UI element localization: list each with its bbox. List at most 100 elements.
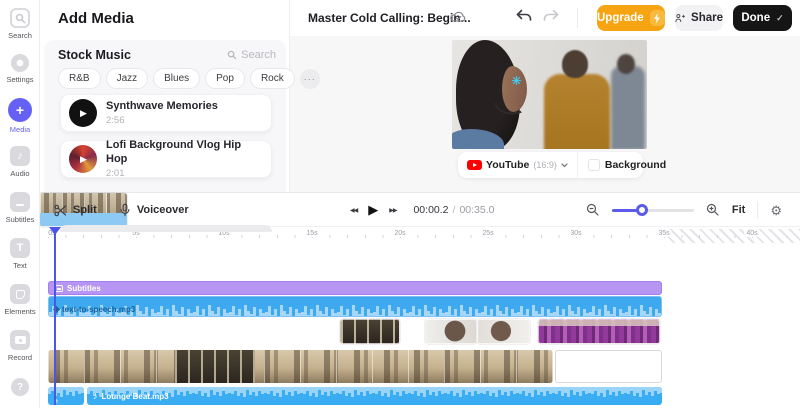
play-button[interactable]: ▶ [69,145,97,173]
stock-search-button[interactable]: Search [227,49,276,61]
share-button[interactable]: Share [675,5,723,31]
text-icon: T [10,238,30,258]
subtitles-track[interactable]: Subtitles [48,281,662,295]
genre-chip-rock[interactable]: Rock [249,68,295,89]
canvas-controls: YouTube (16:9) Background [458,152,666,178]
voiceover-button[interactable]: Voiceover [119,203,189,217]
more-genres-button[interactable]: ··· [299,68,320,89]
play-button[interactable]: ▶ [368,202,378,218]
overlay-clip-5[interactable] [538,319,660,344]
sidebar-item-search[interactable]: Search [0,8,40,40]
waveform [87,387,662,405]
topbar-divider [577,8,578,28]
sidebar-item-elements[interactable]: Elements [0,284,40,316]
empty-clip[interactable] [555,350,662,383]
zoom-in-button[interactable] [706,203,720,217]
fast-forward-button[interactable]: ▶▶ [389,207,397,214]
undo-icon [516,9,532,21]
background-person [544,74,610,149]
main-video-clip[interactable] [48,350,553,383]
music-card-partial [60,225,272,232]
rewind-button[interactable]: ◀◀ [350,207,358,214]
undo-button[interactable] [515,9,533,23]
icon-rail: Search Settings + Media ♪ Audio Subtitle… [0,0,40,408]
video-preview[interactable] [452,40,647,149]
zoom-slider-handle[interactable] [635,203,648,216]
add-media-icon: + [8,98,32,122]
tts-audio-track[interactable]: text-to-speech.mp3 [48,296,662,317]
background-swatch-icon [587,159,600,171]
lightning-icon [649,10,665,26]
track-title: Lofi Background Vlog Hip Hop [106,139,242,165]
scissors-icon [54,204,67,216]
panel-title: Add Media [58,10,134,27]
music-card-synthwave[interactable]: ▶ Synthwave Memories 2:56 [60,94,272,132]
stock-music-section: Stock Music Search R&B Jazz Blues Pop Ro… [44,40,320,232]
microphone-icon [120,203,130,217]
timeline-toolbar: Split Voiceover ◀◀ ▶ ▶▶ 00:00.2 / 00:35.… [40,193,800,227]
sidebar-item-record[interactable]: Record [0,330,40,362]
redo-icon [543,9,559,21]
record-icon [10,330,30,350]
music-clip-lounge-beat[interactable]: ♪ Lounge Beat.mp3 [87,387,662,405]
upgrade-button[interactable]: Upgrade [597,5,665,31]
toolbar-divider [757,201,759,219]
elements-icon [10,284,30,304]
settings-icon [11,54,29,72]
redo-button[interactable] [542,9,560,23]
search-icon [10,8,30,28]
aspect-ratio-dropdown[interactable]: YouTube (16:9) [458,152,578,178]
genre-chip-pop[interactable]: Pop [205,68,245,89]
overlay-clip-3[interactable] [425,319,477,344]
add-media-panel: Add Media Stock Music Search R&B Jazz Bl… [40,0,320,232]
genre-chip-jazz[interactable]: Jazz [105,68,149,89]
sidebar-item-text[interactable]: T Text [0,238,40,270]
genre-chip-rnb[interactable]: R&B [58,68,101,89]
genre-chip-blues[interactable]: Blues [153,68,201,89]
genre-chips: R&B Jazz Blues Pop Rock ··· [58,68,320,89]
preview-area: Master Cold Calling: Begin... Upgrade Sh… [290,0,800,192]
overlay-clip-2[interactable] [340,319,400,344]
sidebar-item-audio[interactable]: ♪ Audio [0,146,40,178]
current-time: 00:00.2 [413,204,449,216]
video-editor-app: Search Settings + Media ♪ Audio Subtitle… [0,0,800,408]
play-button[interactable]: ▶ [69,99,97,127]
check-icon: ✓ [776,12,784,23]
help-icon: ? [11,378,29,396]
overlay-clip-4[interactable] [477,319,530,344]
music-card-lofi[interactable]: ▶ Lofi Background Vlog Hip Hop 2:01 [60,139,272,179]
zoom-slider[interactable] [611,203,694,216]
transport-controls: ◀◀ ▶ ▶▶ 00:00.2 / 00:35.0 [350,193,494,227]
cloud-sync-icon [450,10,467,23]
total-time: 00:35.0 [459,204,495,216]
youtube-icon [467,160,482,170]
track-duration: 2:56 [106,114,125,126]
zoom-out-button[interactable] [586,203,600,217]
search-icon [227,50,237,60]
share-person-icon [675,14,686,23]
sparkle-watermark [512,76,521,85]
playhead-line [54,233,56,405]
timeline-settings-button[interactable]: ⚙ [770,204,782,217]
chevron-down-icon [561,162,568,167]
help-button[interactable]: ? [0,378,40,396]
sidebar-item-media[interactable]: + Media [0,98,40,134]
track-title: Synthwave Memories [106,100,218,113]
project-title[interactable]: Master Cold Calling: Begin... [308,11,471,25]
time-display: 00:00.2 / 00:35.0 [413,204,495,216]
waveform [49,297,661,316]
track-duration: 2:01 [106,167,125,179]
stock-music-title: Stock Music [58,48,131,62]
audio-icon: ♪ [10,146,30,166]
sidebar-item-subtitles[interactable]: Subtitles [0,192,40,224]
split-button[interactable]: Split [54,204,97,217]
background-person [611,66,645,149]
playhead[interactable] [49,227,61,407]
done-button[interactable]: Done ✓ [733,5,792,31]
sidebar-item-settings[interactable]: Settings [0,54,40,84]
subtitles-icon [10,192,30,212]
music-note-icon: ♪ [93,391,98,401]
filmstrip-dark-scene [175,350,255,383]
background-button[interactable]: Background [578,152,676,178]
fit-button[interactable]: Fit [732,204,745,216]
